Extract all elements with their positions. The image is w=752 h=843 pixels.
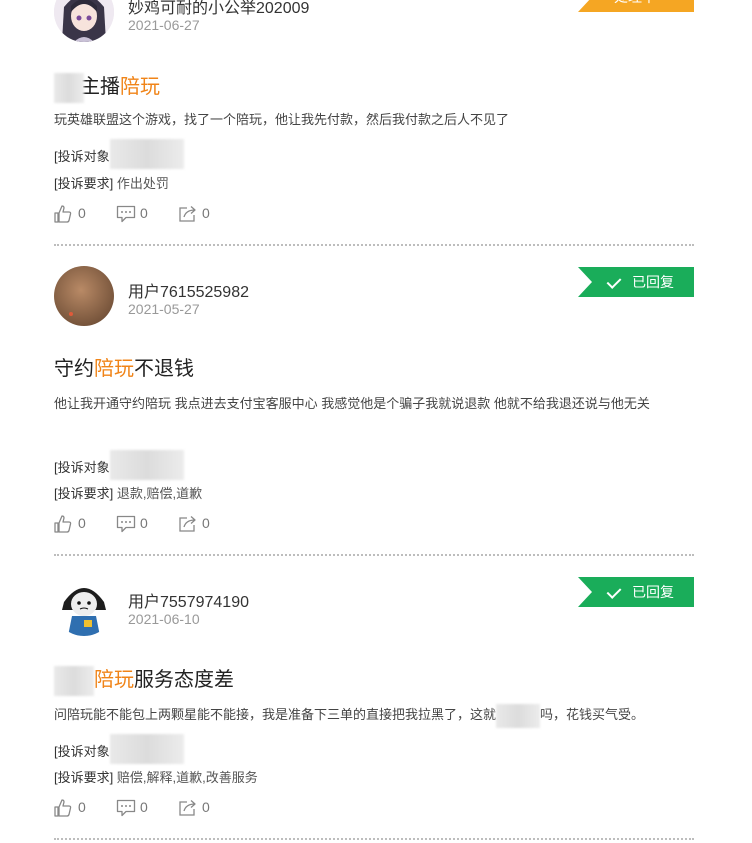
post-date: 2021-05-27 <box>128 301 200 317</box>
share-button[interactable]: 0 <box>178 514 218 534</box>
like-count: 0 <box>78 515 86 531</box>
comment-button[interactable]: 0 <box>116 514 156 534</box>
share-icon <box>179 800 196 816</box>
share-count: 0 <box>202 205 210 221</box>
comment-button[interactable]: 0 <box>116 798 156 818</box>
status-badge: 已回复 <box>578 577 694 607</box>
thumbs-up-icon <box>54 799 72 817</box>
complaint-card: 妙鸡可耐的小公举202009 2021-06-27 处理中 主播陪玩 玩英雄联盟… <box>54 0 694 246</box>
username[interactable]: 用户7615525982 <box>128 278 249 302</box>
like-count: 0 <box>78 799 86 815</box>
like-button[interactable]: 0 <box>54 798 94 818</box>
comment-button[interactable]: 0 <box>116 204 156 224</box>
comment-count: 0 <box>140 515 148 531</box>
divider <box>54 554 694 556</box>
redacted-text <box>496 703 541 728</box>
complaint-title[interactable]: 主播陪玩 <box>54 70 160 103</box>
complaint-target: [投诉对象 <box>54 138 184 169</box>
complaint-title[interactable]: 陪玩服务态度差 <box>54 663 234 696</box>
redacted-text <box>54 665 94 696</box>
status-text: 已回复 <box>632 274 674 290</box>
complaint-description: 问陪玩能不能包上两颗星能不能接，我是准备下三单的直接把我拉黑了，这就 吗，花钱买气… <box>54 702 696 728</box>
complaint-description: 他让我开通守约陪玩 我点进去支付宝客服中心 我感觉他是个骗子我就说退款 他就不给… <box>54 396 650 411</box>
status-badge: 已回复 <box>578 267 694 297</box>
share-count: 0 <box>202 515 210 531</box>
cartoon-avatar-icon <box>54 576 114 636</box>
complaint-card: 用户7615525982 2021-05-27 已回复 守约陪玩不退钱 他让我开… <box>54 266 694 556</box>
complaint-description: 玩英雄联盟这个游戏，找了一个陪玩，他让我先付款，然后我付款之后人不见了 <box>54 112 510 127</box>
share-icon <box>179 516 196 532</box>
photo-avatar-icon <box>54 266 114 326</box>
comment-icon <box>116 799 136 817</box>
redacted-target <box>109 733 184 764</box>
username[interactable]: 用户7557974190 <box>128 588 249 612</box>
anime-girl-avatar-icon <box>54 0 114 42</box>
status-text: 已回复 <box>632 584 674 600</box>
share-count: 0 <box>202 799 210 815</box>
comment-icon <box>116 205 136 223</box>
divider <box>54 244 694 246</box>
redacted-target <box>109 138 184 169</box>
complaint-card: 用户7557974190 2021-06-10 已回复 陪玩服务态度差 问陪玩能… <box>54 576 694 842</box>
check-icon <box>606 274 622 289</box>
redacted-text <box>54 72 84 103</box>
like-count: 0 <box>78 205 86 221</box>
share-button[interactable]: 0 <box>178 798 218 818</box>
share-button[interactable]: 0 <box>178 204 218 224</box>
status-badge: 处理中 <box>578 0 694 12</box>
redacted-target <box>109 449 184 480</box>
complaint-requirement: [投诉要求] 赔偿,解释,道歉,改善服务 <box>54 770 258 785</box>
comment-count: 0 <box>140 205 148 221</box>
comment-count: 0 <box>140 799 148 815</box>
status-text: 处理中 <box>614 0 656 12</box>
thumbs-up-icon <box>54 205 72 223</box>
post-date: 2021-06-10 <box>128 611 200 627</box>
complaint-target: [投诉对象 <box>54 449 184 480</box>
avatar[interactable] <box>54 576 114 636</box>
divider <box>54 838 694 840</box>
like-button[interactable]: 0 <box>54 204 94 224</box>
like-button[interactable]: 0 <box>54 514 94 534</box>
complaint-requirement: [投诉要求] 退款,赔偿,道歉 <box>54 486 203 501</box>
thumbs-up-icon <box>54 515 72 533</box>
comment-icon <box>116 515 136 533</box>
complaint-title[interactable]: 守约陪玩不退钱 <box>54 352 194 381</box>
complaint-requirement: [投诉要求] 作出处罚 <box>54 176 169 191</box>
username[interactable]: 妙鸡可耐的小公举202009 <box>128 0 309 18</box>
avatar[interactable] <box>54 266 114 326</box>
share-icon <box>179 206 196 222</box>
post-date: 2021-06-27 <box>128 17 200 33</box>
avatar[interactable] <box>54 0 114 42</box>
complaint-target: [投诉对象 <box>54 733 184 764</box>
check-icon <box>606 584 622 599</box>
